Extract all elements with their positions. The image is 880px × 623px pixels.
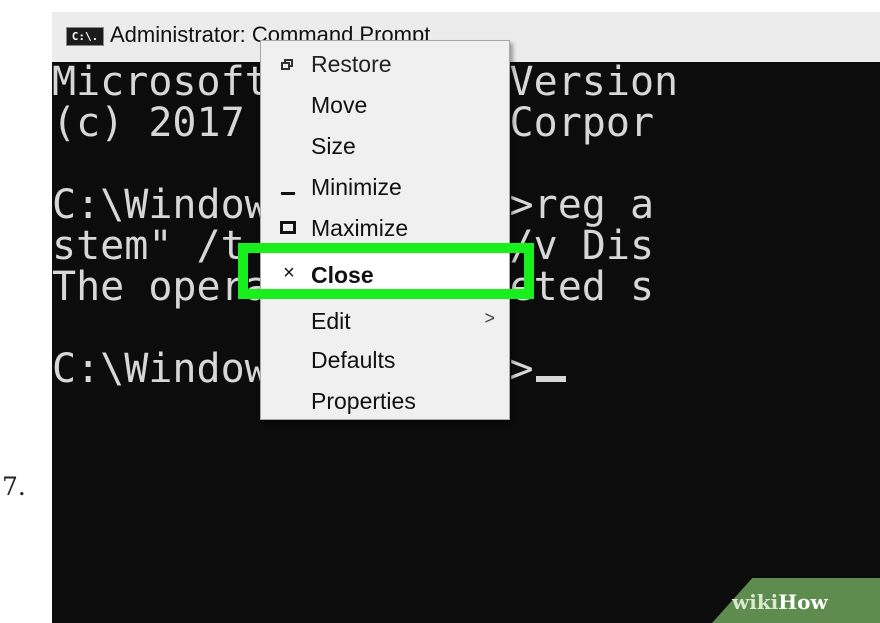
system-context-menu: Restore Move Size Minimize Maximize × Cl… [260, 40, 510, 420]
menu-item-label: Minimize [311, 174, 402, 200]
menu-item-label: Move [311, 92, 368, 118]
menu-item-size[interactable]: Size [261, 125, 509, 166]
text-cursor [535, 376, 566, 382]
menu-item-move[interactable]: Move [261, 84, 509, 125]
menu-item-edit[interactable]: Edit > [261, 300, 509, 341]
menu-item-label: Size [311, 133, 356, 159]
command-prompt-icon: C:\. [66, 27, 104, 46]
menu-item-maximize[interactable]: Maximize [261, 207, 509, 248]
menu-item-label: Defaults [311, 347, 396, 373]
wikihow-logo-text: wikiHow [732, 590, 828, 614]
menu-item-label: Restore [311, 51, 392, 77]
menu-item-label: Maximize [311, 215, 409, 241]
maximize-icon [280, 221, 296, 234]
menu-item-properties[interactable]: Properties [261, 380, 509, 421]
menu-item-label: Properties [311, 388, 416, 414]
menu-item-defaults[interactable]: Defaults [261, 339, 509, 380]
minimize-icon [281, 192, 295, 195]
chevron-right-icon: > [484, 308, 495, 328]
restore-icon [281, 59, 293, 70]
menu-item-restore[interactable]: Restore [261, 43, 509, 84]
menu-item-minimize[interactable]: Minimize [261, 166, 509, 207]
step-number: 7. [2, 472, 26, 501]
highlight-annotation-box [238, 243, 534, 299]
menu-item-label: Edit [311, 308, 351, 334]
